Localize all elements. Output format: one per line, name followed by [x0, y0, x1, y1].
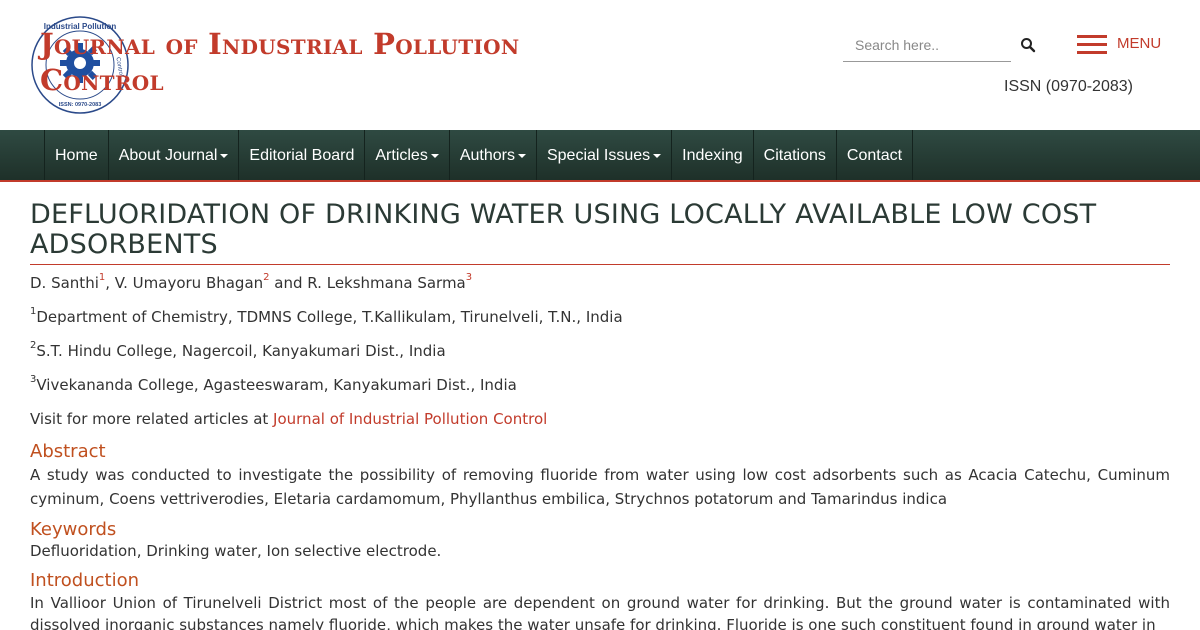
- caret-down-icon: [653, 153, 662, 158]
- caret-down-icon: [220, 153, 229, 158]
- author-separator: ,: [105, 274, 115, 292]
- nav-item-citations[interactable]: Citations: [752, 130, 836, 180]
- affiliation: 3Vivekananda College, Agasteeswaram, Kan…: [30, 375, 1170, 395]
- nav-item-editorial-board[interactable]: Editorial Board: [238, 130, 364, 180]
- author-separator: and: [269, 274, 308, 292]
- nav-item-special-issues[interactable]: Special Issues: [535, 130, 671, 180]
- author-name: R. Lekshmana Sarma: [307, 274, 466, 292]
- site-title[interactable]: Journal of Industrial Pollution Control: [40, 26, 640, 98]
- menu-button[interactable]: MENU: [1077, 33, 1167, 57]
- affiliation-text: Vivekananda College, Agasteeswaram, Kany…: [36, 376, 517, 394]
- nav-item-label: Authors: [459, 147, 515, 164]
- introduction-text: In Vallioor Union of Tirunelveli Distric…: [30, 594, 1170, 630]
- search-box: [843, 30, 1011, 62]
- nav-item-authors[interactable]: Authors: [448, 130, 536, 180]
- journal-link[interactable]: Journal of Industrial Pollution Control: [273, 410, 547, 428]
- nav-item-label: Citations: [763, 147, 826, 164]
- keywords-text: Defluoridation, Drinking water, Ion sele…: [30, 542, 442, 560]
- abstract-heading: Abstract: [30, 441, 106, 462]
- nav-item-label: Home: [55, 147, 98, 164]
- author-list: D. Santhi1, V. Umayoru Bhagan2 and R. Le…: [30, 273, 1170, 293]
- site-title-line1: Journal of Industrial Pollution: [40, 27, 520, 61]
- affiliation: 2S.T. Hindu College, Nagercoil, Kanyakum…: [30, 341, 1170, 361]
- affiliation: 1Department of Chemistry, TDMNS College,…: [30, 307, 1170, 327]
- abstract-text: A study was conducted to investigate the…: [30, 466, 1170, 508]
- search-input[interactable]: [843, 30, 1011, 60]
- affiliation-text: Department of Chemistry, TDMNS College, …: [36, 308, 623, 326]
- nav-item-articles[interactable]: Articles: [364, 130, 448, 180]
- nav-item-label: Editorial Board: [249, 147, 355, 164]
- article-content: DEFLUORIDATION OF DRINKING WATER USING L…: [30, 200, 1170, 630]
- author-name: V. Umayoru Bhagan: [114, 274, 264, 292]
- visit-prefix: Visit for more related articles at: [30, 410, 274, 428]
- nav-item-label: Special Issues: [546, 147, 651, 164]
- issn-label: ISSN (0970-2083): [1004, 78, 1133, 95]
- menu-label: MENU: [1117, 35, 1162, 52]
- nav-item-about-journal[interactable]: About Journal: [107, 130, 239, 180]
- nav-item-label: About Journal: [118, 147, 218, 164]
- nav-item-label: Contact: [846, 147, 903, 164]
- nav-item-contact[interactable]: Contact: [835, 130, 914, 180]
- nav-item-home[interactable]: Home: [44, 130, 108, 180]
- related-articles-line: Visit for more related articles at Journ…: [30, 409, 1170, 429]
- nav-item-label: Articles: [375, 147, 428, 164]
- nav-item-label: Indexing: [682, 147, 743, 164]
- site-header: Industrial Pollution Control ISSN: 0970-…: [0, 0, 1200, 130]
- caret-down-icon: [517, 153, 526, 158]
- author-affiliation-ref[interactable]: 3: [466, 272, 472, 283]
- search-icon[interactable]: [1020, 37, 1036, 53]
- author-name: D. Santhi: [30, 274, 99, 292]
- introduction-heading: Introduction: [30, 570, 140, 591]
- caret-down-icon: [430, 153, 439, 158]
- nav-list: Home About Journal Editorial Board Artic…: [44, 130, 914, 180]
- keywords-heading: Keywords: [30, 519, 117, 540]
- nav-item-indexing[interactable]: Indexing: [671, 130, 753, 180]
- site-title-line2: Control: [40, 63, 164, 97]
- hamburger-icon: [1077, 35, 1107, 55]
- article-title: DEFLUORIDATION OF DRINKING WATER USING L…: [30, 200, 1170, 265]
- affiliation-text: S.T. Hindu College, Nagercoil, Kanyakuma…: [36, 342, 446, 360]
- main-nav: Home About Journal Editorial Board Artic…: [0, 130, 1200, 182]
- logo-issn-text: ISSN: 0970-2083: [59, 102, 102, 108]
